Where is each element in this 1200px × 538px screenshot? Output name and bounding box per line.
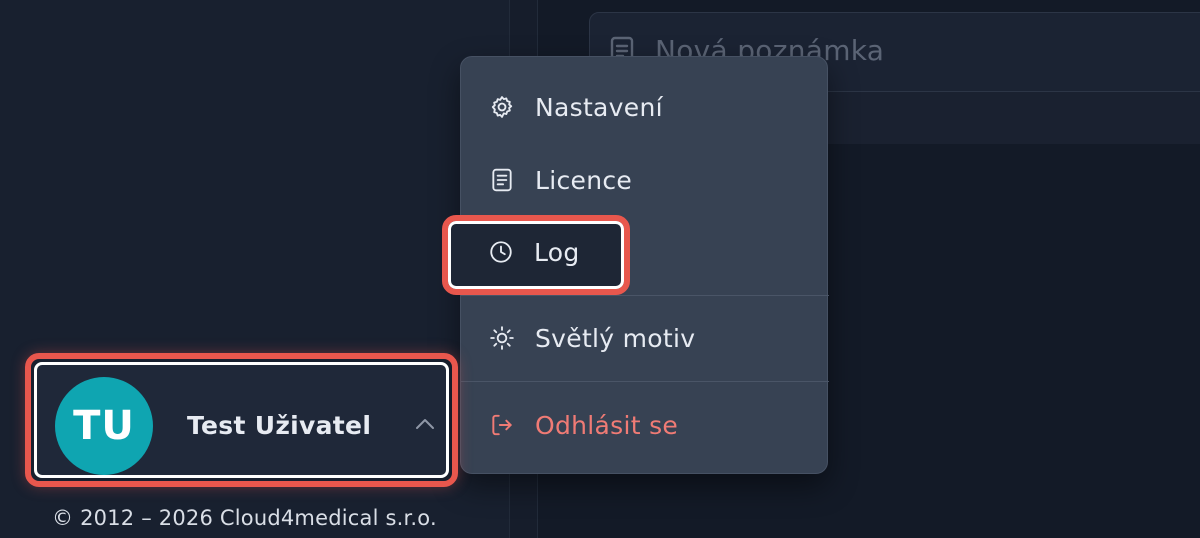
copyright-text: © 2012 – 2026 Cloud4medical s.r.o. bbox=[52, 506, 437, 530]
sun-icon bbox=[490, 326, 514, 350]
menu-divider bbox=[461, 295, 829, 296]
menu-item-label: Odhlásit se bbox=[535, 410, 679, 440]
menu-item-theme[interactable]: Světlý motiv bbox=[461, 308, 829, 368]
avatar: TU bbox=[55, 377, 153, 475]
app-window: Nová poznámka Nastavení Licence Světlý m… bbox=[0, 0, 1200, 538]
user-name: Test Uživatel bbox=[187, 411, 372, 440]
menu-item-log[interactable]: Log bbox=[460, 221, 620, 283]
menu-item-label: Licence bbox=[535, 165, 633, 195]
user-profile-button[interactable]: TU Test Uživatel bbox=[25, 353, 458, 487]
menu-item-label: Nastavení bbox=[535, 92, 663, 122]
menu-item-label: Log bbox=[534, 237, 580, 267]
user-profile-inner: TU Test Uživatel bbox=[34, 362, 449, 478]
menu-item-label: Světlý motiv bbox=[535, 323, 696, 353]
gear-icon bbox=[491, 96, 513, 118]
logout-icon bbox=[492, 414, 512, 436]
menu-divider bbox=[461, 381, 829, 382]
menu-item-settings[interactable]: Nastavení bbox=[461, 77, 829, 137]
chevron-up-icon bbox=[416, 419, 434, 429]
menu-item-logout[interactable]: Odhlásit se bbox=[461, 395, 829, 455]
document-icon bbox=[492, 168, 512, 192]
clock-icon bbox=[490, 241, 512, 263]
menu-item-licence[interactable]: Licence bbox=[461, 150, 829, 210]
